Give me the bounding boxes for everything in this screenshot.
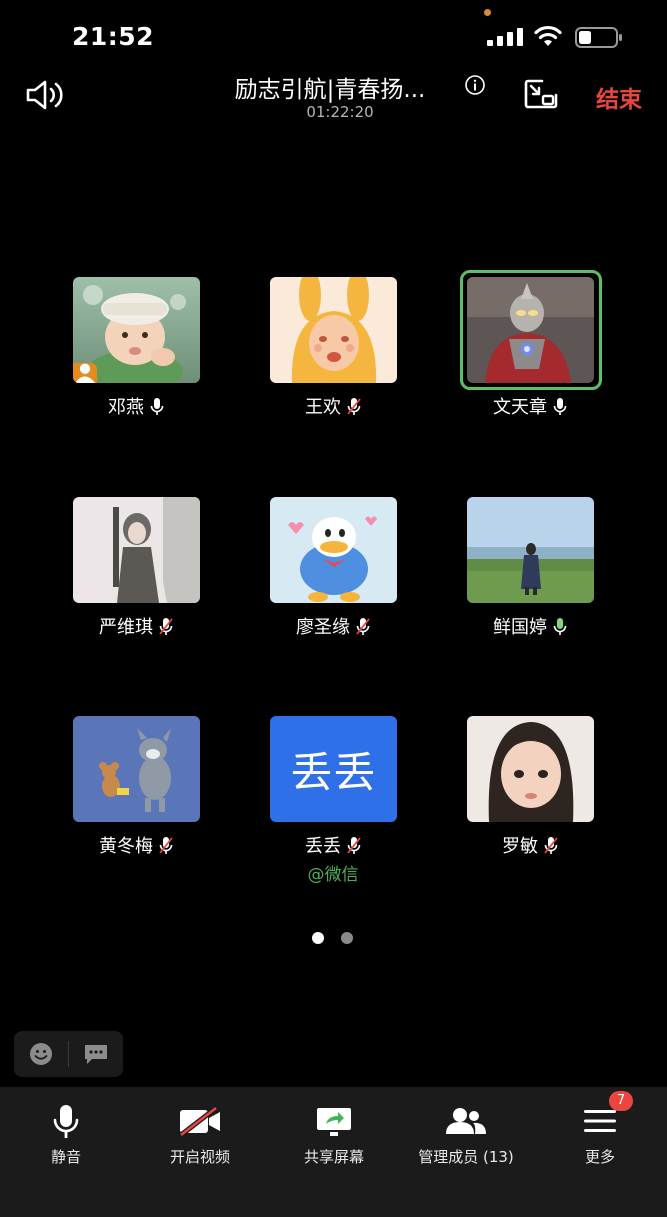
- participant-tile-8[interactable]: 丢丢 丢丢 @微信: [253, 716, 413, 916]
- participant-name-row: 严维琪: [56, 613, 216, 639]
- host-badge-icon: [73, 363, 97, 383]
- manage-members-button[interactable]: 管理成员 (13): [410, 1087, 522, 1187]
- mic-on-icon: [553, 617, 567, 635]
- avatar: [467, 497, 594, 603]
- participant-tile-7[interactable]: 黄冬梅: [56, 716, 216, 916]
- participant-name-row: 丢丢: [253, 832, 413, 858]
- text-avatar: 丢丢: [270, 716, 397, 822]
- quick-chat-bar: [14, 1031, 123, 1077]
- share-screen-label: 共享屏幕: [303, 1148, 364, 1166]
- wechat-source-tag: @微信: [307, 865, 359, 885]
- participant-name-row: 黄冬梅: [56, 832, 216, 858]
- avatar: [467, 277, 594, 383]
- avatar: [73, 497, 200, 603]
- mic-on-icon: [553, 397, 567, 415]
- participant-name-row: 廖圣缘: [253, 613, 413, 639]
- status-time: 21:52: [72, 22, 155, 51]
- participant-name: 黄冬梅: [99, 836, 153, 857]
- privacy-indicator-dot: [484, 9, 491, 16]
- participant-name: 严维琪: [99, 617, 153, 638]
- mic-muted-icon: [347, 397, 361, 415]
- participant-tile-3[interactable]: 文天章: [450, 270, 610, 477]
- share-screen-button[interactable]: 共享屏幕: [286, 1087, 382, 1187]
- notification-badge: 7: [609, 1091, 633, 1111]
- chat-message-icon[interactable]: [83, 1043, 109, 1065]
- avatar: [73, 716, 200, 822]
- more-label: 更多: [584, 1148, 615, 1166]
- page-dot-2[interactable]: [341, 932, 353, 944]
- avatar: [270, 277, 397, 383]
- microphone-icon: [53, 1105, 79, 1138]
- end-meeting-button[interactable]: 结束: [596, 80, 642, 114]
- avatar: [73, 277, 200, 383]
- participant-tile-5[interactable]: 廖圣缘: [253, 497, 413, 697]
- mic-muted-icon: [159, 836, 173, 854]
- participant-tile-1[interactable]: 邓燕: [56, 277, 216, 477]
- mute-label: 静音: [50, 1148, 81, 1166]
- mic-muted-icon: [356, 617, 370, 635]
- participant-name: 廖圣缘: [296, 617, 350, 638]
- avatar-initials: 丢丢: [290, 747, 377, 797]
- participant-tile-6[interactable]: 鲜国婷: [450, 497, 610, 697]
- info-icon[interactable]: [464, 74, 486, 96]
- participant-name-row: 罗敏: [450, 832, 610, 858]
- participant-tile-4[interactable]: 严维琪: [56, 497, 216, 697]
- status-bar: 21:52: [0, 0, 667, 70]
- meeting-timer: 01:22:20: [306, 103, 374, 121]
- battery-icon: [575, 27, 622, 48]
- participant-name-row: 邓燕: [56, 393, 216, 419]
- participant-name: 王欢: [305, 397, 341, 418]
- video-off-icon: [179, 1107, 220, 1137]
- page-dot-1[interactable]: [312, 932, 324, 944]
- start-video-label: 开启视频: [169, 1148, 230, 1166]
- participant-tile-9[interactable]: 罗敏: [450, 716, 610, 916]
- speaker-icon[interactable]: [24, 78, 66, 112]
- participant-name: 邓燕: [108, 397, 144, 418]
- divider: [68, 1041, 69, 1067]
- participant-name: 丢丢: [305, 836, 341, 857]
- participant-name: 罗敏: [502, 836, 538, 857]
- emoji-icon[interactable]: [29, 1042, 53, 1066]
- minimize-window-icon[interactable]: [524, 78, 558, 110]
- page-indicator: [312, 932, 353, 944]
- manage-members-label: 管理成员 (13): [418, 1148, 514, 1166]
- mic-muted-icon: [544, 836, 558, 854]
- mic-muted-icon: [159, 617, 173, 635]
- members-icon: [446, 1108, 486, 1134]
- mic-on-icon: [150, 397, 164, 415]
- mic-muted-icon: [347, 836, 361, 854]
- meeting-title[interactable]: 励志引航|青春扬...: [180, 70, 480, 104]
- participant-name: 文天章: [493, 397, 547, 418]
- mute-button[interactable]: 静音: [26, 1087, 106, 1187]
- participant-name: 鲜国婷: [493, 617, 547, 638]
- participant-name-row: 王欢: [253, 393, 413, 419]
- participant-name-row: 文天章: [450, 393, 610, 419]
- bottom-toolbar: 静音 开启视频 共享屏幕 管理成员 (13) 更多: [0, 1087, 667, 1217]
- menu-icon: [584, 1110, 616, 1132]
- avatar: [270, 497, 397, 603]
- avatar: [467, 716, 594, 822]
- participant-name-row: 鲜国婷: [450, 613, 610, 639]
- cellular-signal-icon: [487, 28, 523, 46]
- participant-tile-2[interactable]: 王欢: [253, 277, 413, 477]
- wifi-icon: [534, 25, 562, 46]
- start-video-button[interactable]: 开启视频: [152, 1087, 248, 1187]
- share-screen-icon: [317, 1108, 351, 1136]
